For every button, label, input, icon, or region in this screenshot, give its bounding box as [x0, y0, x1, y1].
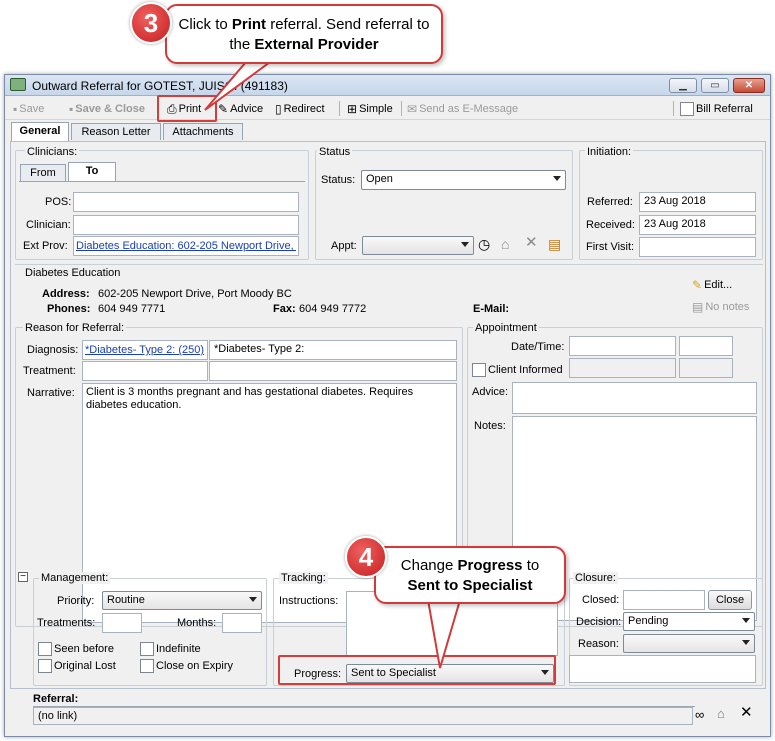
callout4-pointer	[426, 599, 462, 669]
step-4-badge: 4	[345, 536, 387, 578]
callout-3: Click to Print referral. Send referral t…	[165, 4, 443, 64]
callout-4: Change Progress to Sent to Specialist	[374, 546, 566, 604]
callout-pointers	[204, 61, 462, 669]
step-3-badge: 3	[130, 2, 172, 44]
callout3-pointer	[204, 61, 274, 111]
